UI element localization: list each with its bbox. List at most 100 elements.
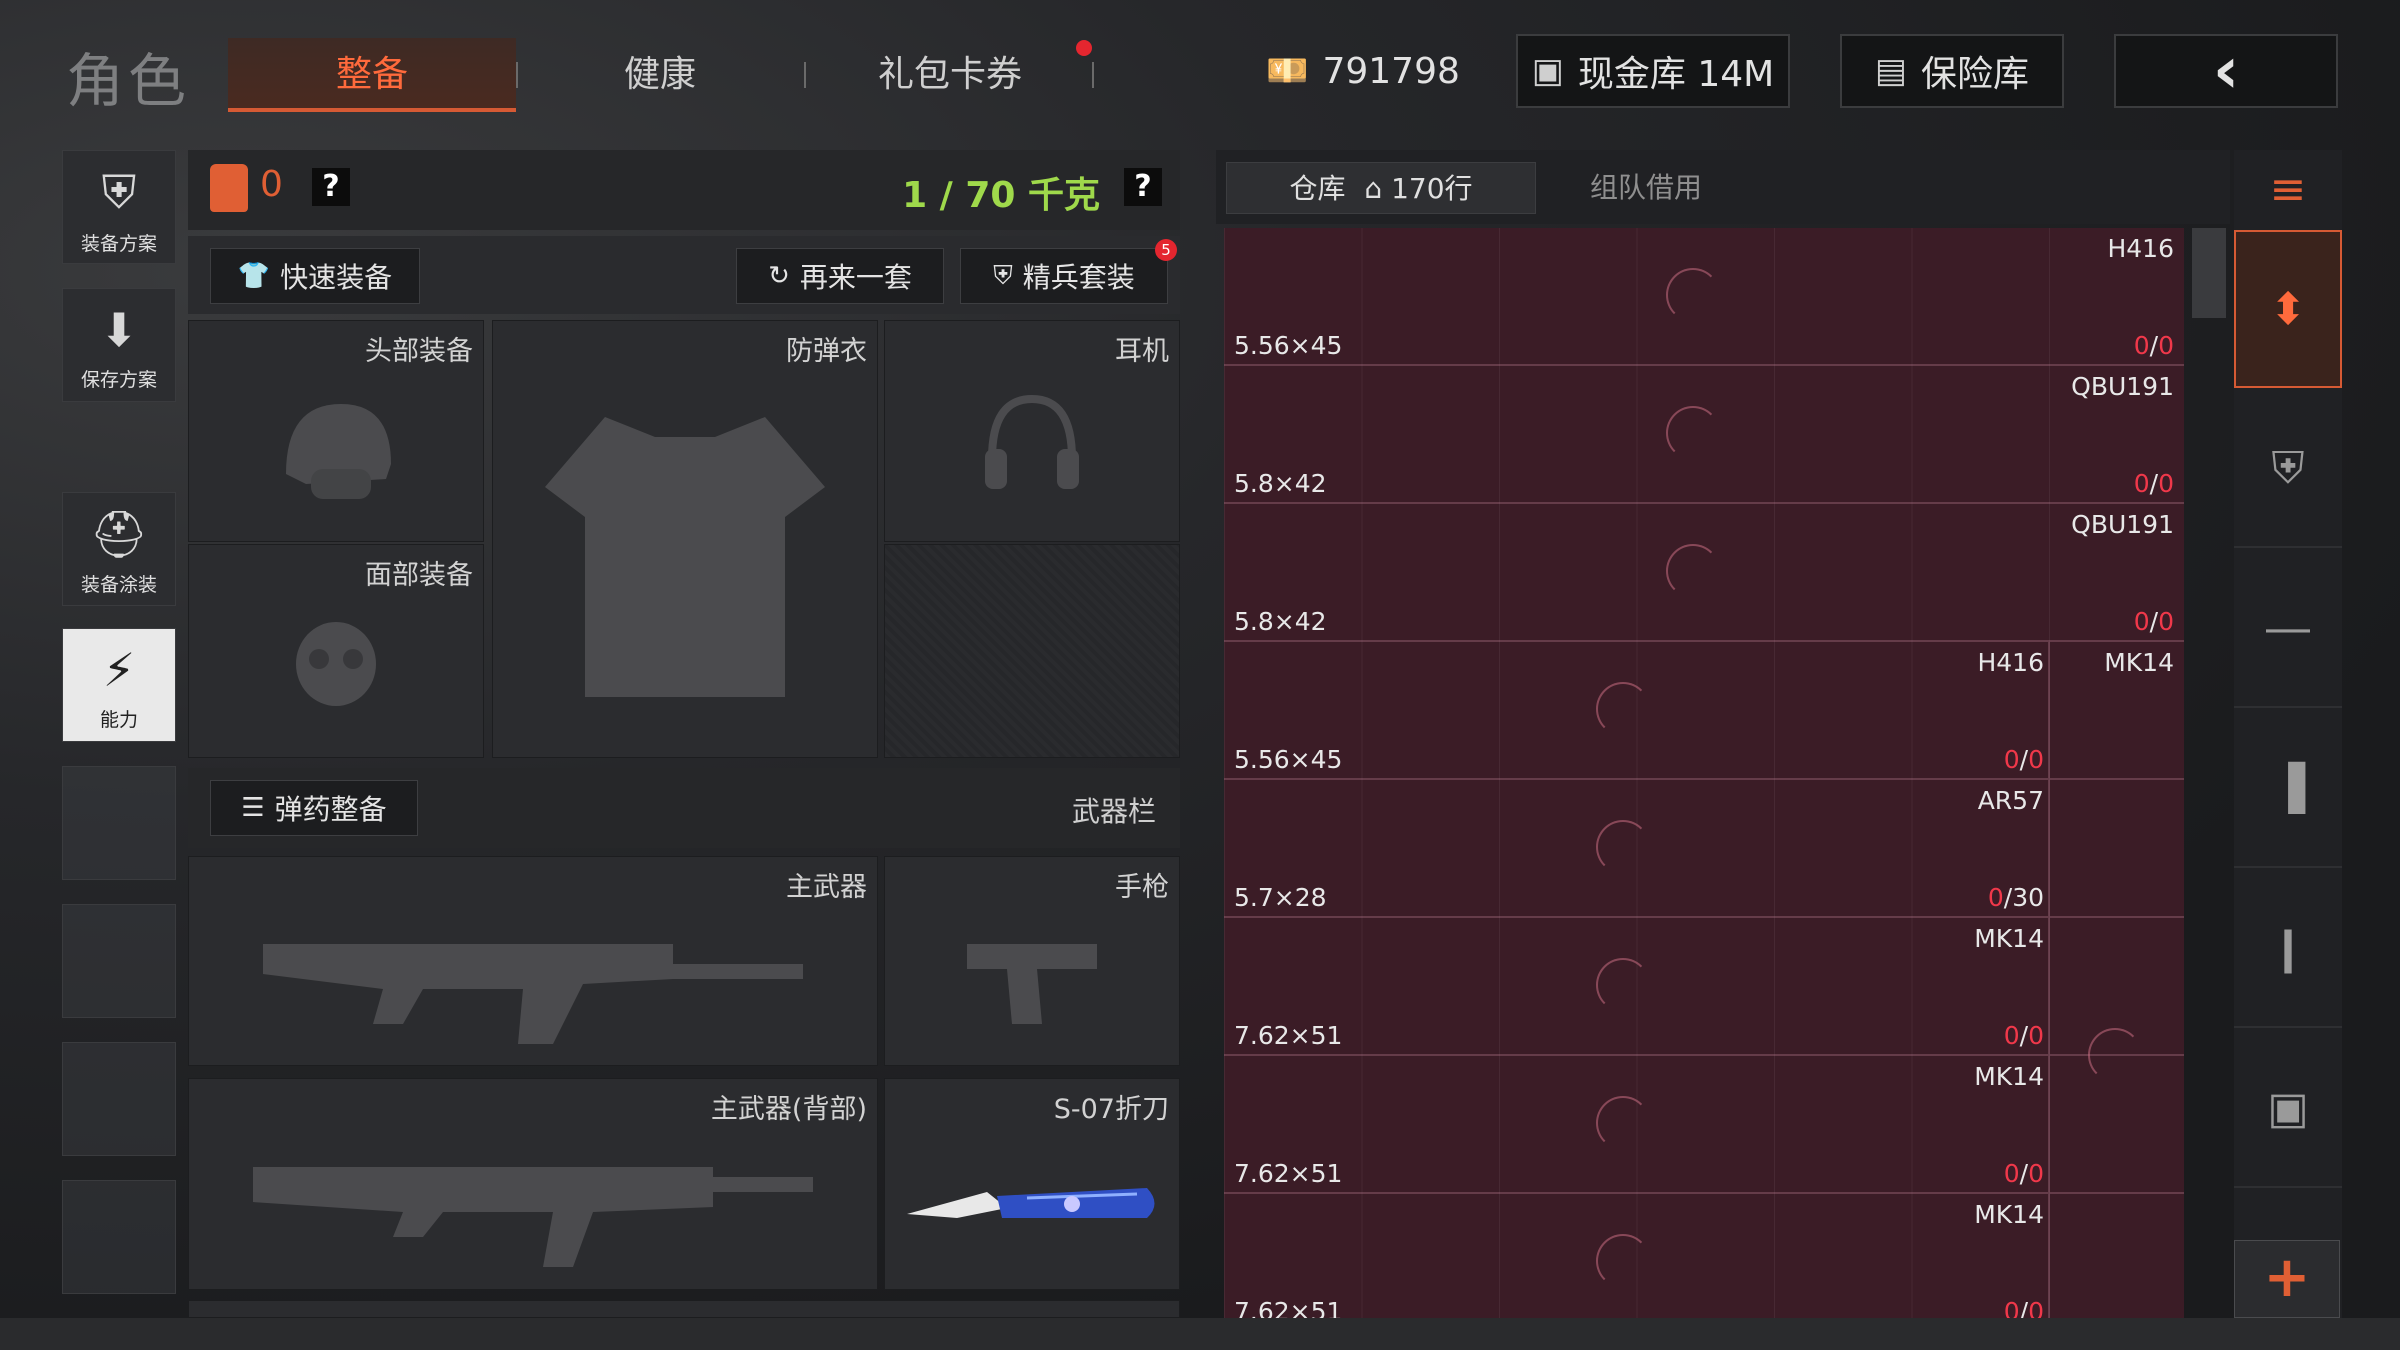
ammo-prep-button[interactable]: ☰ 弹药整备 — [210, 780, 418, 836]
safe-vault-button[interactable]: ▤ 保险库 — [1840, 34, 2064, 108]
quick-equip-button[interactable]: 👕 快速装备 — [210, 248, 420, 304]
caliber-label: 5.56×45 — [1234, 745, 1343, 774]
sidebar-empty-slot — [62, 1042, 176, 1156]
ammo-total: 0 — [2028, 1159, 2044, 1188]
weight-help-button[interactable]: ? — [1124, 168, 1162, 206]
ammo-weapon-bar: ☰ 弹药整备 武器栏 — [188, 768, 1180, 848]
ammo-total: 0 — [2158, 469, 2174, 498]
category-column: ≡ ⬍ ⛨ ― ▐ ❙ ▣ — [2234, 150, 2342, 1320]
sidebar-item-gear-paint[interactable]: ⛑ 装备涂装 — [62, 492, 176, 606]
compatible-gun: QBU191 — [2071, 372, 2174, 401]
ammo-have: 0 — [2003, 1297, 2020, 1318]
warehouse-row[interactable]: 5.8×42 QBU191 0/0 — [1224, 366, 2184, 504]
warehouse-row[interactable]: 5.8×42 QBU191 0/0 — [1224, 504, 2184, 642]
ammo-total: 30 — [2012, 883, 2044, 912]
sidebar-item-label: 保存方案 — [80, 369, 157, 391]
slot-face[interactable]: 面部装备 — [188, 544, 484, 758]
warehouse-row[interactable]: 5.56×45 H416 0/0 — [1224, 228, 2184, 366]
tab-equip[interactable]: 整备 — [228, 38, 516, 112]
again-set-button[interactable]: ↻ 再来一套 — [736, 248, 944, 304]
back-button[interactable]: ‹ — [2114, 34, 2338, 108]
bottom-strip — [0, 1318, 2400, 1350]
tab-warehouse[interactable]: 仓库 ⌂ 170行 — [1226, 162, 1536, 214]
refresh-icon: ↻ — [768, 261, 790, 291]
cell-divider — [2048, 1056, 2050, 1192]
ammo-have: 0 — [2003, 1159, 2020, 1188]
slot-armor[interactable]: 防弹衣 — [492, 320, 878, 758]
elite-set-button[interactable]: ⛨ 精兵套装 5 — [960, 239, 1177, 304]
loading-spinner-icon — [1596, 682, 1650, 736]
quick-equip-label: 快速装备 — [280, 261, 393, 294]
ammo-icon[interactable]: ❙ — [2234, 870, 2342, 1028]
helmet-icon — [189, 357, 483, 541]
stack-swap-icon[interactable]: ≡ — [2234, 150, 2342, 228]
vest-icon — [493, 357, 877, 757]
compatible-gun: QBU191 — [2071, 510, 2174, 539]
warehouse-row[interactable]: 7.62×51 MK14 0/0 — [1224, 1194, 2184, 1318]
rifle-icon — [189, 893, 877, 1065]
vest-icon[interactable]: ▣ — [2234, 1030, 2342, 1188]
rifle-icon[interactable]: ― — [2234, 550, 2342, 708]
loading-spinner-icon — [1596, 820, 1650, 874]
warehouse-row[interactable]: 5.56×45 H416 MK14 0/0 — [1224, 642, 2184, 780]
currency-display: 💴 791798 — [1258, 34, 1468, 108]
ammo-have: 0 — [2133, 469, 2150, 498]
ammo-have: 0 — [1987, 883, 2004, 912]
armor-vest-icon: ⛨ — [101, 165, 137, 219]
slot-pistol[interactable]: 手枪 — [884, 856, 1180, 1066]
gear-header: 0 ? 1 / 70 千克 ? — [188, 150, 1180, 230]
slot-partial — [188, 1300, 1180, 1318]
tab-divider — [516, 62, 518, 88]
tab-health[interactable]: 健康 — [560, 38, 760, 112]
slot-locked — [884, 544, 1180, 758]
ammo-count: 0/30 — [1987, 883, 2044, 912]
armor-icon[interactable]: ⛨ — [2234, 390, 2342, 548]
slot-primary[interactable]: 主武器 — [188, 856, 878, 1066]
currency-amount: 791798 — [1322, 50, 1460, 92]
backpack-count: 0 — [260, 164, 283, 205]
ammo-have: 0 — [2003, 745, 2020, 774]
ammo-count: 0/0 — [2003, 745, 2044, 774]
warehouse-tabs: 仓库 ⌂ 170行 组队借用 — [1216, 150, 2230, 224]
warehouse-row[interactable]: 5.7×28 AR57 0/30 — [1224, 780, 2184, 918]
caliber-label: 5.56×45 — [1234, 331, 1343, 360]
tab-team-borrow[interactable]: 组队借用 — [1546, 162, 1746, 214]
sidebar-empty-slot — [62, 1180, 176, 1294]
ammo-count: 0/0 — [2003, 1021, 2044, 1050]
cash-icon: 💴 — [1266, 51, 1309, 91]
pistol-icon — [885, 893, 1179, 1065]
magazine-icon[interactable]: ▐ — [2234, 710, 2342, 868]
caliber-label: 7.62×51 — [1234, 1297, 1343, 1318]
slot-headset[interactable]: 耳机 — [884, 320, 1180, 542]
warehouse-row[interactable]: 7.62×51 MK14 0/0 — [1224, 918, 2184, 1056]
warehouse-row[interactable]: 7.62×51 MK14 0/0 — [1224, 1056, 2184, 1194]
ammo-count: 0/0 — [2133, 607, 2174, 636]
warehouse-scrollbar[interactable] — [2192, 228, 2226, 318]
layers-down-icon[interactable]: ⬍ — [2234, 230, 2342, 388]
helmet-paint-icon: ⛑ — [89, 507, 149, 561]
sidebar-item-gear-plan[interactable]: ⛨ 装备方案 — [62, 150, 176, 264]
cell-divider — [2048, 918, 2050, 1054]
add-button[interactable]: + — [2234, 1240, 2340, 1318]
loading-spinner-icon — [1666, 544, 1720, 598]
cash-vault-button[interactable]: ▣ 现金库 14M — [1516, 34, 1790, 108]
cell-divider — [2048, 1194, 2050, 1318]
sidebar-item-label: 装备方案 — [80, 233, 157, 255]
ammo-have: 0 — [2003, 1021, 2020, 1050]
slot-melee[interactable]: S-07折刀 — [884, 1078, 1180, 1290]
folding-knife-icon — [885, 1119, 1179, 1289]
ability-lightning-icon: ⚡ — [102, 643, 136, 697]
loading-spinner-icon — [1666, 406, 1720, 460]
ammo-total: 0 — [2028, 1021, 2044, 1050]
sidebar-item-ability[interactable]: ⚡ 能力 — [62, 628, 176, 742]
slot-primary-back[interactable]: 主武器(背部) — [188, 1078, 878, 1290]
sidebar-item-save-plan[interactable]: ⬇ 保存方案 — [62, 288, 176, 402]
tab-gift-cards[interactable]: 礼包卡券 — [840, 38, 1060, 112]
warehouse-grid[interactable]: 5.56×45 H416 0/0 5.8×42 QBU191 0/0 5.8×42 QBU19… — [1224, 228, 2184, 1318]
sidebar-empty-slot — [62, 766, 176, 880]
backpack-help-button[interactable]: ? — [312, 168, 350, 206]
sidebar-item-label: 能力 — [99, 709, 138, 731]
sidebar-item-label: 装备涂装 — [80, 574, 157, 596]
slot-head[interactable]: 头部装备 — [188, 320, 484, 542]
download-icon: ⬇ — [99, 303, 139, 357]
